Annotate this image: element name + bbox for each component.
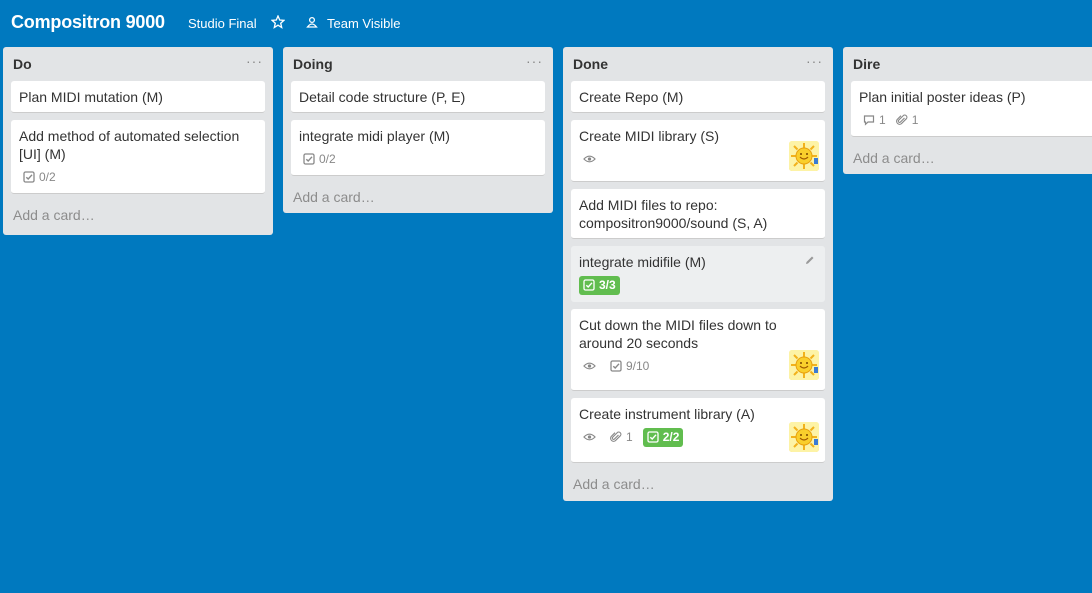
comment-badge: 1 (863, 111, 886, 129)
list-doing: Doing ··· Detail code structure (P, E) i… (283, 47, 553, 213)
card[interactable]: Create instrument library (A) 1 2/2 (571, 398, 825, 463)
checklist-icon (583, 279, 595, 291)
card-title: Create Repo (M) (579, 89, 684, 105)
attachment-icon (610, 431, 622, 443)
comment-count: 1 (879, 113, 886, 127)
card-title: Add method of automated selection [UI] (… (19, 128, 240, 162)
card[interactable]: integrate midi player (M) 0/2 (291, 120, 545, 176)
add-card-button[interactable]: Add a card… (563, 470, 833, 501)
checklist-badge: 3/3 (579, 275, 620, 295)
checklist-count: 0/2 (319, 152, 336, 166)
list-header: Done ··· (563, 47, 833, 81)
checklist-icon (303, 153, 315, 165)
card[interactable]: Plan MIDI mutation (M) (11, 81, 265, 113)
attachment-count: 1 (911, 113, 919, 127)
card[interactable]: integrate midifile (M) 3/3 (571, 246, 825, 302)
watching-badge (583, 361, 600, 371)
checklist-count: 3/3 (599, 278, 616, 292)
checklist-icon (647, 431, 659, 443)
card-badges (579, 149, 817, 169)
list-title[interactable]: Done (573, 56, 608, 72)
list-done: Done ··· Create Repo (M) Create MIDI lib… (563, 47, 833, 501)
card-title: Plan MIDI mutation (M) (19, 89, 163, 105)
eye-icon (583, 361, 596, 371)
list-menu-button[interactable]: ··· (806, 53, 823, 69)
card-title: integrate midi player (M) (299, 128, 450, 144)
checklist-icon (23, 171, 35, 183)
add-card-button[interactable]: Add a card… (283, 183, 553, 213)
list-dire: Dire Plan initial poster ideas (P) 1 1 A… (843, 47, 1092, 174)
watching-badge (583, 154, 600, 164)
card[interactable]: Create MIDI library (S) (571, 120, 825, 182)
attachment-badge: 1 (610, 428, 633, 446)
list-header: Dire (843, 47, 1092, 81)
card-title: Cut down the MIDI files down to around 2… (579, 317, 777, 351)
member-avatar[interactable] (789, 141, 819, 171)
watching-badge (583, 432, 600, 442)
member-avatar[interactable] (789, 350, 819, 380)
board-header: Compositron 9000 Studio Final Team Visib… (0, 0, 1092, 46)
list-title[interactable]: Dire (853, 56, 880, 72)
card-badges: 1 2/2 (579, 427, 817, 447)
card[interactable]: Add method of automated selection [UI] (… (11, 120, 265, 194)
card-title: Detail code structure (P, E) (299, 89, 466, 105)
list-menu-button[interactable]: ··· (526, 53, 543, 69)
add-card-button[interactable]: Add a card… (843, 144, 1092, 174)
card-title: integrate midifile (M) (579, 254, 706, 270)
list-do: Do ··· Plan MIDI mutation (M) Add method… (3, 47, 273, 235)
team-icon (306, 16, 318, 28)
card-title: Create MIDI library (S) (579, 128, 720, 144)
card-badges: 1 1 (859, 110, 1092, 130)
attachment-icon (896, 114, 908, 126)
board-title[interactable]: Compositron 9000 (11, 12, 165, 33)
checklist-badge: 0/2 (23, 168, 56, 186)
checklist-icon (610, 360, 622, 372)
visibility-button[interactable]: Team Visible (327, 16, 400, 31)
attachment-badge: 1 (896, 111, 919, 129)
card-badges: 3/3 (579, 275, 817, 295)
checklist-badge: 0/2 (303, 150, 336, 168)
card-badges: 9/10 (579, 356, 817, 376)
comment-icon (863, 114, 875, 126)
list-menu-button[interactable]: ··· (246, 53, 263, 69)
pencil-icon[interactable] (804, 255, 815, 266)
eye-icon (583, 432, 596, 442)
checklist-badge: 9/10 (610, 357, 649, 375)
eye-icon (583, 154, 596, 164)
card[interactable]: Plan initial poster ideas (P) 1 1 (851, 81, 1092, 137)
checklist-count: 9/10 (626, 359, 650, 373)
card-title: Create instrument library (A) (579, 406, 755, 422)
team-menu-button[interactable]: Studio Final (188, 16, 257, 31)
card[interactable]: Detail code structure (P, E) (291, 81, 545, 113)
add-card-button[interactable]: Add a card… (3, 201, 273, 235)
list-title[interactable]: Do (13, 56, 32, 72)
list-header: Doing ··· (283, 47, 553, 81)
card-badges: 0/2 (19, 167, 257, 187)
card[interactable]: Add MIDI files to repo: compositron9000/… (571, 189, 825, 239)
attachment-count: 1 (626, 430, 633, 444)
member-avatar[interactable] (789, 422, 819, 452)
checklist-count: 2/2 (662, 430, 680, 444)
checklist-count: 0/2 (39, 170, 56, 184)
card-badges: 0/2 (299, 149, 537, 169)
list-title[interactable]: Doing (293, 56, 333, 72)
card[interactable]: Create Repo (M) (571, 81, 825, 113)
list-header: Do ··· (3, 47, 273, 81)
card-title: Plan initial poster ideas (P) (859, 89, 1026, 105)
card[interactable]: Cut down the MIDI files down to around 2… (571, 309, 825, 391)
checklist-badge: 2/2 (642, 427, 684, 447)
card-title: Add MIDI files to repo: compositron9000/… (579, 197, 768, 231)
star-icon[interactable] (271, 15, 285, 29)
